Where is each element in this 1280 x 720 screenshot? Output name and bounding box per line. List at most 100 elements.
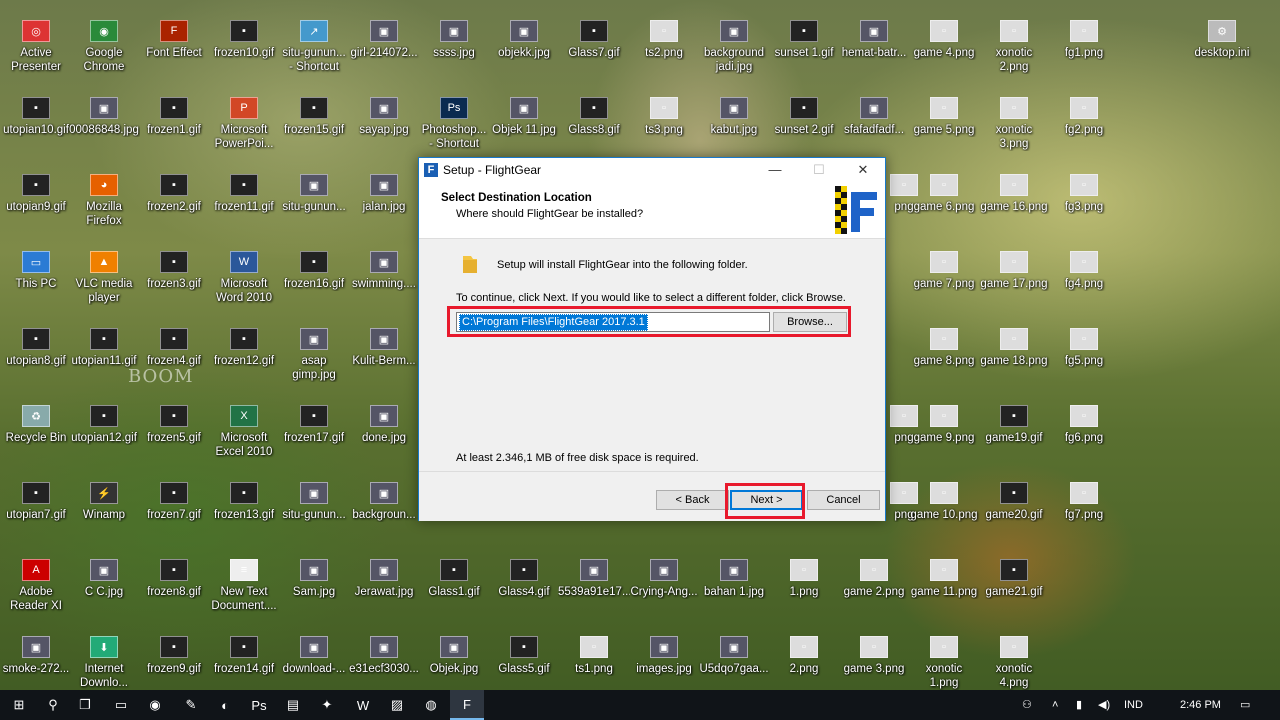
desktop-icon[interactable]: ▪ frozen5.gif — [138, 393, 210, 467]
clock[interactable]: 2:46 PM — [1180, 690, 1230, 720]
start-windows-icon[interactable]: ⊞ — [2, 690, 36, 720]
desktop-icon[interactable]: ▫ fg5.png — [1048, 316, 1120, 390]
language-indicator[interactable]: IND — [1124, 690, 1150, 720]
desktop-icon[interactable]: ▪ frozen12.gif — [208, 316, 280, 390]
desktop-icon[interactable]: ♻ Recycle Bin — [0, 393, 72, 467]
desktop-icon[interactable]: ▣ objekk.jpg — [488, 8, 560, 82]
desktop-icon[interactable]: ▫ fg4.png — [1048, 239, 1120, 313]
app-icon[interactable]: ◐ — [208, 690, 242, 720]
desktop-icon[interactable]: W Microsoft Word 2010 — [208, 239, 280, 313]
desktop-icon[interactable]: ▫ 2.png — [768, 624, 840, 698]
desktop-icon[interactable]: ▫ game 4.png — [908, 8, 980, 82]
desktop-icon[interactable]: ▪ Glass7.gif — [558, 8, 630, 82]
desktop-icon[interactable]: ▣ jalan.jpg — [348, 162, 420, 236]
desktop-icon[interactable]: ▪ utopian12.gif — [68, 393, 140, 467]
desktop-icon[interactable]: ▫ game 10.png — [908, 470, 980, 544]
desktop-icon[interactable]: ▪ game19.gif — [978, 393, 1050, 467]
desktop-icon[interactable]: ▪ utopian11.gif — [68, 316, 140, 390]
desktop-icon[interactable]: ▣ sayap.jpg — [348, 85, 420, 159]
desktop-icon[interactable]: ▣ situ-gunun... — [278, 470, 350, 544]
desktop-icon[interactable]: ▫ game 11.png — [908, 547, 980, 621]
desktop-icon[interactable]: ▣ e31ecf3030... — [348, 624, 420, 698]
desktop-icon[interactable]: ▫ ts2.png — [628, 8, 700, 82]
desktop-icon[interactable]: ▣ girl-214072... — [348, 8, 420, 82]
chevron-up-icon[interactable]: ˄ — [1052, 690, 1068, 720]
desktop-icon[interactable]: ▪ frozen11.gif — [208, 162, 280, 236]
desktop-icon[interactable]: ▣ hemat-batr... — [838, 8, 910, 82]
desktop-icon[interactable]: ▪ frozen13.gif — [208, 470, 280, 544]
desktop-icon[interactable]: ◎ Active Presenter — [0, 8, 72, 82]
desktop-icon[interactable]: ▣ smoke-272... — [0, 624, 72, 698]
desktop-icon[interactable]: ▪ utopian10.gif — [0, 85, 72, 159]
desktop-icon[interactable]: ▪ frozen10.gif — [208, 8, 280, 82]
desktop-icon[interactable]: ▪ game20.gif — [978, 470, 1050, 544]
desktop-icon[interactable]: ▪ frozen9.gif — [138, 624, 210, 698]
desktop-icon[interactable]: ▣ backgroun... — [348, 470, 420, 544]
desktop-icon[interactable]: ◉ Google Chrome — [68, 8, 140, 82]
desktop-icon[interactable]: ▭ This PC — [0, 239, 72, 313]
desktop-icon[interactable]: ▣ images.jpg — [628, 624, 700, 698]
desktop-icon[interactable]: ▣ 00086848.jpg — [68, 85, 140, 159]
desktop-icon[interactable]: A Adobe Reader XI — [0, 547, 72, 621]
desktop-icon[interactable]: ◕ Mozilla Firefox — [68, 162, 140, 236]
desktop-icon[interactable]: ▫ xonotic 3.png — [978, 85, 1050, 159]
desktop-icon[interactable]: ⬇ Internet Downlo... — [68, 624, 140, 698]
desktop-icon[interactable]: ▪ Glass1.gif — [418, 547, 490, 621]
desktop-icon[interactable]: ▫ ts1.png — [558, 624, 630, 698]
photoshop-icon[interactable]: Ps — [242, 690, 276, 720]
desktop-icon[interactable]: ▫ game 9.png — [908, 393, 980, 467]
desktop-icon[interactable]: ▣ download-... — [278, 624, 350, 698]
word-icon[interactable]: W — [346, 690, 380, 720]
desktop-icon[interactable]: ⚙ desktop.ini — [1186, 8, 1258, 82]
desktop-icon[interactable]: ▫ fg2.png — [1048, 85, 1120, 159]
desktop-icon[interactable]: ▪ frozen16.gif — [278, 239, 350, 313]
desktop-icon[interactable]: ▪ sunset 2.gif — [768, 85, 840, 159]
desktop-icon[interactable]: ▪ frozen7.gif — [138, 470, 210, 544]
desktop-icon[interactable]: ▣ bahan 1.jpg — [698, 547, 770, 621]
desktop-icon[interactable]: ▣ Crying-Ang... — [628, 547, 700, 621]
notification-icon[interactable]: ▭ — [1240, 690, 1260, 720]
network-icon[interactable]: ▮ — [1076, 690, 1094, 720]
desktop-icon[interactable]: ▫ fg3.png — [1048, 162, 1120, 236]
desktop-icon[interactable]: ▪ frozen1.gif — [138, 85, 210, 159]
desktop-icon[interactable]: ▣ Sam.jpg — [278, 547, 350, 621]
desktop-icon[interactable]: ▣ asap gimp.jpg — [278, 316, 350, 390]
desktop-icon[interactable]: ▫ game 7.png — [908, 239, 980, 313]
desktop-icon[interactable]: ▣ ssss.jpg — [418, 8, 490, 82]
close-icon[interactable]: ✕ — [841, 158, 885, 182]
desktop-icon[interactable]: P Microsoft PowerPoi... — [208, 85, 280, 159]
desktop-icon[interactable]: ▣ done.jpg — [348, 393, 420, 467]
desktop-icon[interactable]: ▪ frozen15.gif — [278, 85, 350, 159]
desktop-icon[interactable]: ▪ frozen17.gif — [278, 393, 350, 467]
cancel-button[interactable]: Cancel — [807, 490, 880, 510]
desktop-icon[interactable]: ▣ Objek 11.jpg — [488, 85, 560, 159]
task-view-icon[interactable]: ❐ — [68, 690, 102, 720]
chrome-icon[interactable]: ◉ — [138, 690, 172, 720]
desktop-icon[interactable]: ▪ frozen2.gif — [138, 162, 210, 236]
desktop-icon[interactable]: ▫ game 8.png — [908, 316, 980, 390]
desktop-icon[interactable]: ▣ background jadi.jpg — [698, 8, 770, 82]
desktop-icon[interactable]: ▪ Glass8.gif — [558, 85, 630, 159]
desktop-icon[interactable]: ▫ game 6.png — [908, 162, 980, 236]
minimize-icon[interactable]: — — [753, 158, 797, 182]
desktop-icon[interactable]: ▪ frozen3.gif — [138, 239, 210, 313]
desktop-icon[interactable]: ⚡ Winamp — [68, 470, 140, 544]
search-icon[interactable]: ⚲ — [36, 690, 70, 720]
desktop-icon[interactable]: ▣ sfafadfadf... — [838, 85, 910, 159]
adobe-reader-icon[interactable]: ✦ — [310, 690, 344, 720]
desktop-icon[interactable]: ▫ xonotic 4.png — [978, 624, 1050, 698]
desktop-icon[interactable]: ▫ game 3.png — [838, 624, 910, 698]
photos-icon[interactable]: ▨ — [380, 690, 414, 720]
media-icon[interactable]: ◍ — [414, 690, 448, 720]
desktop-icon[interactable]: ▫ xonotic 2.png — [978, 8, 1050, 82]
desktop-icon[interactable]: ↗ situ-gunun... - Shortcut — [278, 8, 350, 82]
desktop-icon[interactable]: ▪ frozen8.gif — [138, 547, 210, 621]
desktop-icon[interactable]: ▪ Glass4.gif — [488, 547, 560, 621]
desktop-icon[interactable]: X Microsoft Excel 2010 — [208, 393, 280, 467]
desktop-icon[interactable]: ▫ game 2.png — [838, 547, 910, 621]
desktop-icon[interactable]: ▣ swimming.... — [348, 239, 420, 313]
desktop-icon[interactable]: ▪ utopian7.gif — [0, 470, 72, 544]
desktop-icon[interactable]: ▫ xonotic 1.png — [908, 624, 980, 698]
file-explorer-icon[interactable]: ▭ — [104, 690, 138, 720]
desktop-icon[interactable]: ▪ game21.gif — [978, 547, 1050, 621]
